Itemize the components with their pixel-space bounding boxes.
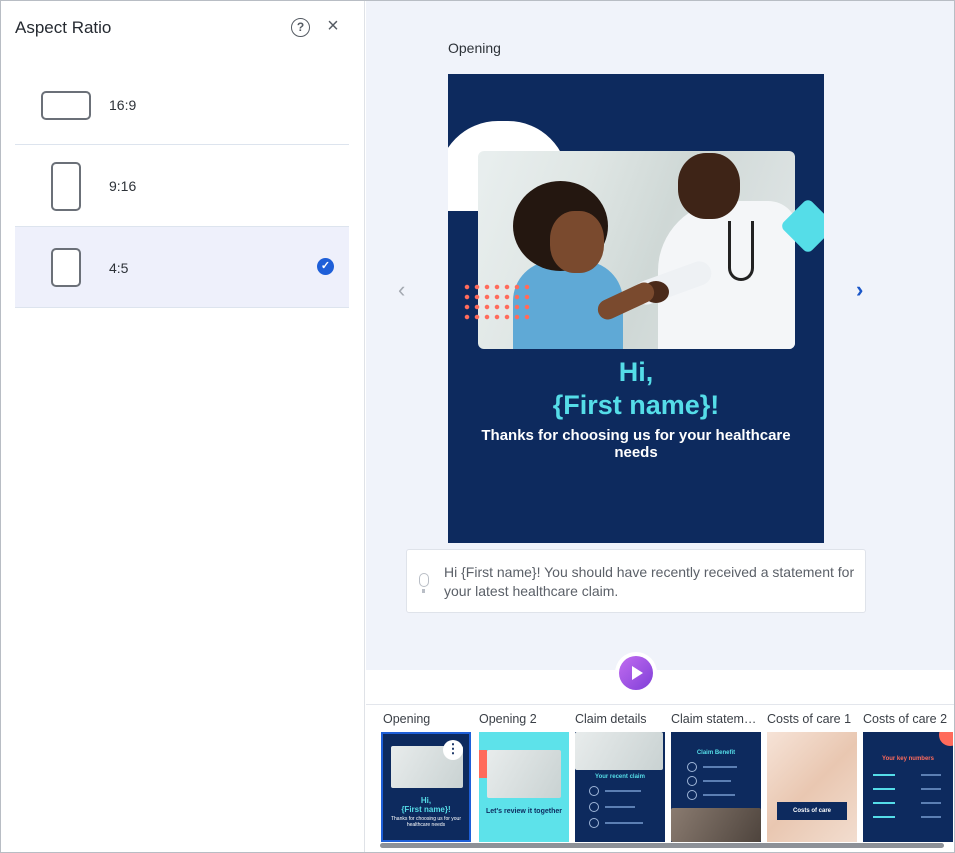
preview-area: Opening ‹ › Hi, {First name}! Thanks for… [366,1,954,670]
thumbnail-caption: Let's review it together [486,808,562,815]
ratio-label: 9:16 [109,178,137,194]
thumbnail-caption: Your key numbers [882,756,934,762]
thumbnail-subtitle: Thanks for choosing us for your healthca… [390,816,462,828]
four-five-ratio-icon [51,248,81,287]
list-icon [687,776,697,786]
slide-canvas[interactable]: Hi, {First name}! Thanks for choosing us… [448,74,824,543]
list-line [605,790,641,792]
thumbnail-claim-details[interactable]: Your recent claim [575,732,665,842]
filmstrip: Opening ⋮ Hi, {First name}! Thanks for c… [366,704,954,852]
checkmark-icon: ✓ [317,258,334,275]
list-line [873,802,895,804]
thumbnail-photo [575,732,663,770]
thumbnail-opening[interactable]: ⋮ Hi, {First name}! Thanks for choosing … [381,732,471,842]
list-icon [687,762,697,772]
chevron-left-icon[interactable]: ‹ [398,277,405,303]
thumbnail-greeting: Hi, [420,796,432,805]
list-icon [589,786,599,796]
ratio-option-4-5[interactable]: 4:5 ✓ [15,226,349,308]
slide-name: {First name}! [552,390,720,420]
list-line [921,774,941,776]
list-line [873,788,895,790]
list-line [873,816,895,818]
thumbnail-photo [487,750,561,798]
thumbnail-label: Opening 2 [479,712,537,726]
aspect-ratio-panel: Aspect Ratio ? × 16:9 9:16 4:5 ✓ [1,1,365,852]
list-line [921,802,941,804]
script-field[interactable]: Hi {First name}! You should have recentl… [406,549,866,613]
list-line [873,774,895,776]
accent-shape [479,750,487,778]
thumbnail-opening-2[interactable]: Let's review it together [479,732,569,842]
list-icon [589,802,599,812]
list-icon [687,790,697,800]
thumbnail-label: Opening [383,712,431,726]
photo-detail [728,221,754,281]
slide-greeting: Hi, [618,357,654,387]
ratio-label: 16:9 [109,97,137,113]
list-line [921,788,941,790]
panel-title: Aspect Ratio [15,18,112,37]
play-button[interactable] [619,656,653,690]
slide-subtitle: Thanks for choosing us for your healthca… [481,427,791,461]
more-options-icon[interactable]: ⋮ [443,740,463,760]
list-line [921,816,941,818]
close-icon[interactable]: × [324,16,342,36]
list-line [703,766,737,768]
accent-circle [939,732,953,746]
photo-detail [550,211,604,273]
dot-pattern [462,282,532,324]
portrait-ratio-icon [51,162,81,211]
app-window: Aspect Ratio ? × 16:9 9:16 4:5 ✓ Opening… [0,0,955,853]
list-icon [589,818,599,828]
landscape-ratio-icon [41,91,91,120]
script-text[interactable]: Hi {First name}! You should have recentl… [444,563,859,601]
thumbnail-costs-of-care-1[interactable]: Costs of care [767,732,857,842]
thumbnail-photo [671,808,761,842]
ratio-option-16-9[interactable]: 16:9 [15,65,349,145]
list-line [605,822,643,824]
list-line [703,794,735,796]
thumbnail-costs-of-care-2[interactable]: Your key numbers [863,732,953,842]
help-icon[interactable]: ? [291,18,310,37]
list-line [605,806,635,808]
slide-title: Opening [448,40,501,56]
play-zone [366,670,954,704]
photo-detail [678,153,740,219]
chevron-right-icon[interactable]: › [856,277,863,303]
list-line [703,780,731,782]
thumbnail-label: Claim statem… [671,712,757,726]
thumbnail-label: Costs of care 1 [767,712,852,726]
thumbnail-caption: Claim Benefit [696,750,736,756]
thumbnail-caption: Costs of care [777,802,847,820]
microphone-icon[interactable] [419,573,429,593]
thumbnail-label: Costs of care 2 [863,712,948,726]
thumbnail-label: Claim details [575,712,647,726]
filmstrip-scrollbar[interactable] [380,843,944,848]
thumbnail-caption: Your recent claim [595,774,645,780]
thumbnail-name: {First name}! [401,805,451,814]
ratio-option-9-16[interactable]: 9:16 [15,146,349,226]
thumbnail-claim-statement[interactable]: Claim Benefit [671,732,761,842]
ratio-label: 4:5 [109,260,129,276]
